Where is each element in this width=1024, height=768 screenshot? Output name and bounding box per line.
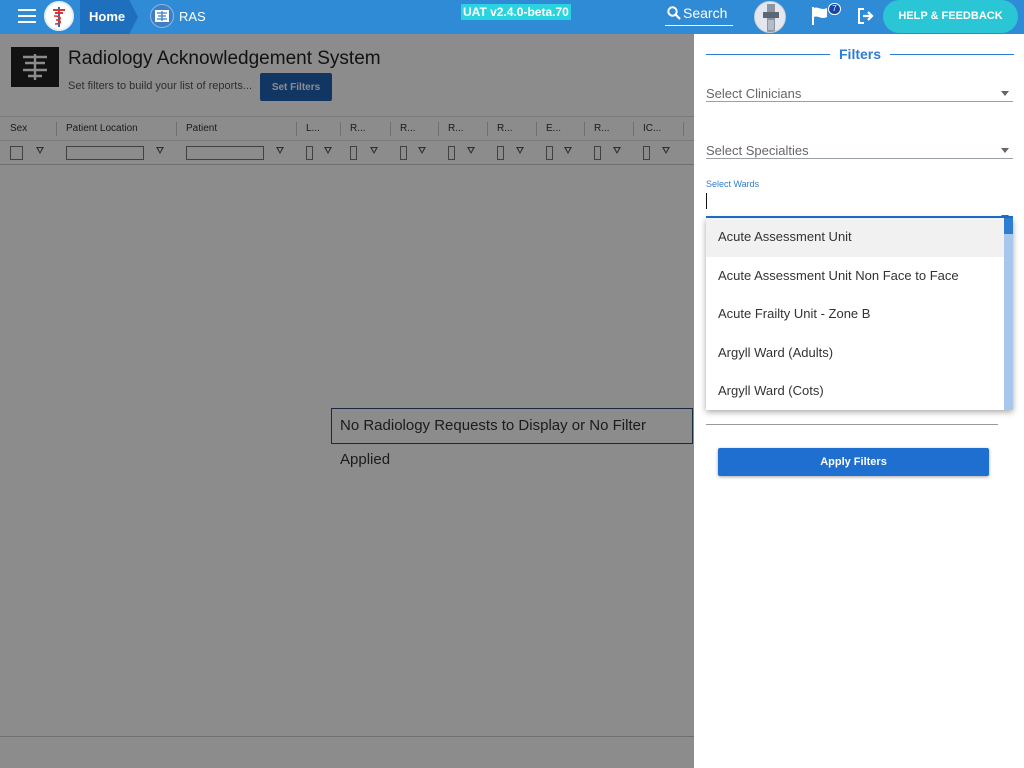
chevron-down-icon[interactable] xyxy=(1001,91,1009,96)
filters-title: Filters xyxy=(839,46,882,62)
title-divider xyxy=(706,54,830,55)
title-divider xyxy=(890,54,1014,55)
flag-notifications-icon[interactable] xyxy=(810,6,830,26)
ras-app-icon xyxy=(150,4,174,28)
breadcrumb-home-label[interactable]: Home xyxy=(89,9,125,24)
search-label: Search xyxy=(683,5,728,21)
top-app-bar: Home RAS UAT v2.4.0-beta.70 Search 7 HEL… xyxy=(0,0,1024,34)
version-badge: UAT v2.4.0-beta.70 xyxy=(461,4,571,20)
text-cursor xyxy=(706,193,707,209)
caduceus-logo-icon[interactable] xyxy=(44,1,74,31)
help-feedback-button[interactable]: HELP & FEEDBACK xyxy=(883,0,1018,33)
scrollbar-thumb[interactable] xyxy=(1004,218,1013,234)
specialties-placeholder: Select Specialties xyxy=(706,143,809,158)
filters-panel: Filters Select Clinicians Select Special… xyxy=(694,34,1024,768)
notification-count-badge: 7 xyxy=(828,3,841,15)
modal-backdrop[interactable] xyxy=(0,34,694,768)
ward-option[interactable]: Argyll Ward (Cots) xyxy=(706,372,1013,410)
ward-option[interactable]: Acute Assessment Unit xyxy=(706,218,1013,257)
clinicians-select[interactable]: Select Clinicians xyxy=(706,72,1013,102)
specialties-select[interactable]: Select Specialties xyxy=(706,129,1013,159)
search-icon xyxy=(667,6,681,20)
breadcrumb-ras[interactable]: RAS xyxy=(179,9,206,24)
chevron-down-icon[interactable] xyxy=(1001,148,1009,153)
clinicians-placeholder: Select Clinicians xyxy=(706,86,802,101)
select-underline xyxy=(706,424,998,425)
wards-dropdown: Acute Assessment Unit Acute Assessment U… xyxy=(706,218,1013,410)
menu-icon[interactable] xyxy=(18,9,36,23)
ward-option[interactable]: Argyll Ward (Adults) xyxy=(706,334,1013,373)
user-avatar[interactable] xyxy=(754,1,786,33)
search-button[interactable]: Search xyxy=(665,4,733,26)
ward-option[interactable]: Acute Frailty Unit - Zone B xyxy=(706,295,1013,334)
dropdown-scrollbar[interactable] xyxy=(1004,218,1013,410)
wards-select[interactable] xyxy=(706,186,1013,220)
logout-icon[interactable] xyxy=(856,7,876,25)
ward-option[interactable]: Acute Assessment Unit Non Face to Face xyxy=(706,257,1013,296)
apply-filters-button[interactable]: Apply Filters xyxy=(718,448,989,476)
